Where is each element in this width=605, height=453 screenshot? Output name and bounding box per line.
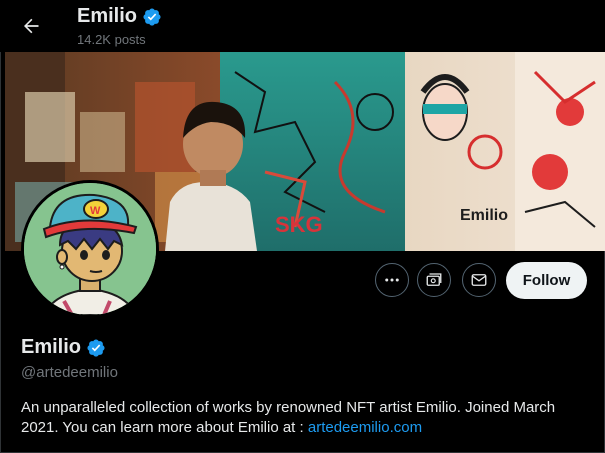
profile-name-row: Emilio (21, 336, 106, 359)
profile-header-bar: Emilio 14.2K posts (0, 0, 605, 52)
header-name: Emilio (77, 5, 138, 27)
more-dots-icon (385, 278, 399, 282)
profile-handle: @artedeemilio (21, 364, 118, 381)
verified-badge-icon (87, 338, 105, 357)
envelope-icon (471, 274, 487, 286)
profile-avatar[interactable]: W (21, 180, 159, 318)
back-button[interactable] (14, 9, 48, 43)
arrow-left-icon (24, 18, 39, 34)
banner-graffiti-skg: SKG (275, 212, 323, 237)
follow-button[interactable]: Follow (506, 262, 587, 299)
post-count: 14.2K posts (77, 32, 146, 47)
svg-text:W: W (90, 205, 101, 217)
bio-text: An unparalleled collection of works by r… (21, 399, 556, 436)
avatar-illustration: W (24, 183, 156, 315)
profile-name: Emilio (21, 336, 82, 358)
subscribe-money-icon (426, 273, 442, 286)
banner-graffiti-emilio: Emilio (460, 207, 508, 224)
bio-website-link[interactable]: artedeemilio.com (308, 419, 422, 436)
header-title: Emilio (77, 5, 162, 28)
profile-bio: An unparalleled collection of works by r… (21, 398, 591, 438)
message-button[interactable] (462, 263, 496, 297)
subscribe-button[interactable] (417, 263, 451, 297)
more-options-button[interactable] (375, 263, 409, 297)
verified-badge-icon (143, 7, 161, 26)
